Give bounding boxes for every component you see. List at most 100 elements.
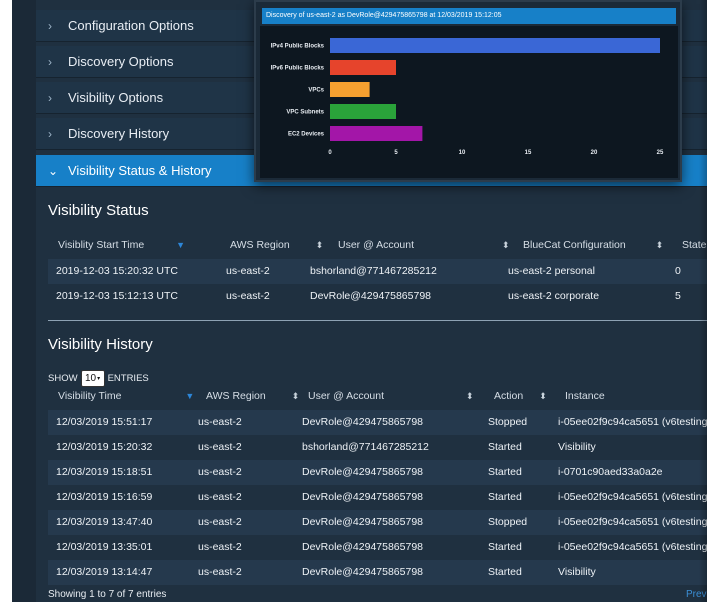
table-row[interactable]: 12/03/2019 13:14:47 us-east-2 DevRole@4294… bbox=[48, 560, 707, 585]
sort-icon: ⬍ bbox=[539, 390, 547, 401]
table-cell: DevRole@429475865798 bbox=[302, 466, 424, 478]
table-cell: 12/03/2019 13:35:01 bbox=[56, 541, 153, 553]
sort-icon: ⬍ bbox=[502, 239, 510, 250]
sort-icon: ⬍ bbox=[291, 390, 300, 401]
table-cell: bshorland@771467285212 bbox=[302, 441, 429, 453]
table-row[interactable]: 12/03/2019 13:47:40 us-east-2 DevRole@4294… bbox=[48, 510, 707, 535]
col-user-account[interactable]: User @ Account ⬍ bbox=[338, 239, 510, 251]
col-visibility-start-time[interactable]: Visiblity Start Time ▼ bbox=[58, 239, 185, 251]
chevron-right-icon: › bbox=[48, 90, 52, 105]
visibility-status-header: Visiblity Start Time ▼ AWS Region ⬍ User… bbox=[48, 231, 707, 259]
sort-icon: ⬍ bbox=[315, 239, 324, 250]
chevron-right-icon: › bbox=[48, 126, 52, 141]
table-cell: i-05ee02f9c94ca5651 (v6testing bbox=[558, 516, 707, 528]
table-cell: Visibility bbox=[558, 566, 596, 578]
table-info: Showing 1 to 7 of 7 entries bbox=[48, 589, 167, 600]
left-gutter bbox=[12, 0, 36, 602]
visibility-history-header: Visibility Time ▼ AWS Region ⬍ User @ Ac… bbox=[48, 382, 707, 410]
discovery-chart-popup: Discovery of us-east-2 as DevRole@429475… bbox=[254, 0, 682, 182]
table-cell: 12/03/2019 13:47:40 bbox=[56, 516, 153, 528]
table-cell: 12/03/2019 15:16:59 bbox=[56, 491, 153, 503]
table-cell: Started bbox=[488, 491, 522, 503]
table-cell: us-east-2 bbox=[198, 516, 242, 528]
x-tick-label: 5 bbox=[394, 150, 398, 156]
visibility-history-title: Visibility History bbox=[48, 336, 153, 353]
visibility-status-title: Visibility Status bbox=[48, 202, 149, 219]
col-visibility-time[interactable]: Visibility Time ▼ bbox=[58, 390, 194, 402]
category-label: EC2 Devices bbox=[288, 132, 325, 138]
discovery-bar-chart: IPv4 Public Blocks IPv6 Public Blocks VPCs… bbox=[271, 38, 664, 156]
chart-area: IPv4 Public Blocks IPv6 Public Blocks VPCs… bbox=[260, 26, 678, 178]
sort-desc-icon: ▼ bbox=[185, 391, 195, 401]
table-cell: Started bbox=[488, 566, 522, 578]
category-label: IPv6 Public Blocks bbox=[271, 66, 325, 72]
sort-icon: ⬍ bbox=[655, 239, 664, 250]
table-row[interactable]: 2019-12-03 15:20:32 UTC us-east-2 bshorl… bbox=[48, 259, 707, 284]
table-cell: us-east-2 bbox=[198, 541, 242, 553]
bar bbox=[330, 126, 423, 141]
table-cell: us-east-2 bbox=[198, 491, 242, 503]
x-tick-label: 20 bbox=[591, 150, 598, 156]
category-label: VPC Subnets bbox=[286, 110, 324, 116]
table-cell: i-0701c90aed33a0a2e bbox=[558, 466, 663, 478]
table-row[interactable]: 2019-12-03 15:12:13 UTC us-east-2 DevRol… bbox=[48, 284, 707, 309]
table-cell: us-east-2 bbox=[198, 441, 242, 453]
col-aws-region[interactable]: AWS Region ⬍ bbox=[206, 390, 299, 402]
table-cell: DevRole@429475865798 bbox=[302, 516, 424, 528]
table-row[interactable]: 12/03/2019 15:16:59 us-east-2 DevRole@4294… bbox=[48, 485, 707, 510]
table-cell: DevRole@429475865798 bbox=[302, 566, 424, 578]
table-cell: us-east-2 bbox=[198, 466, 242, 478]
sort-icon: ⬍ bbox=[466, 390, 474, 401]
table-cell: DevRole@429475865798 bbox=[302, 541, 424, 553]
bar bbox=[330, 60, 396, 75]
table-cell: i-05ee02f9c94ca5651 (v6testing bbox=[558, 416, 707, 428]
table-cell: 12/03/2019 13:14:47 bbox=[56, 566, 153, 578]
accordion-label: Configuration Options bbox=[68, 18, 194, 33]
col-instance[interactable]: Instance bbox=[565, 390, 605, 402]
table-cell: Visibility bbox=[558, 441, 596, 453]
col-bluecat-configuration[interactable]: BlueCat Configuration ⬍ bbox=[523, 239, 663, 251]
col-action[interactable]: Action ⬍ bbox=[494, 390, 547, 402]
table-row[interactable]: 12/03/2019 15:18:51 us-east-2 DevRole@4294… bbox=[48, 460, 707, 485]
accordion-label: Discovery Options bbox=[68, 54, 174, 69]
accordion-label: Visibility Options bbox=[68, 90, 164, 105]
table-cell: Stopped bbox=[488, 416, 528, 428]
table-cell: 12/03/2019 15:18:51 bbox=[56, 466, 153, 478]
bar bbox=[330, 38, 660, 53]
accordion-label: Visibility Status & History bbox=[68, 163, 212, 178]
popup-title: Discovery of us-east-2 as DevRole@429475… bbox=[262, 8, 676, 24]
table-row[interactable]: 12/03/2019 13:35:01 us-east-2 DevRole@4294… bbox=[48, 535, 707, 560]
right-edge-shadow bbox=[699, 0, 707, 602]
table-cell: Stopped bbox=[488, 516, 528, 528]
table-cell: i-05ee02f9c94ca5651 (v6testing bbox=[558, 491, 707, 503]
table-cell: Started bbox=[488, 441, 522, 453]
table-cell: 12/03/2019 15:20:32 bbox=[56, 441, 153, 453]
category-label: VPCs bbox=[308, 88, 324, 94]
table-row[interactable]: 12/03/2019 15:51:17 us-east-2 DevRole@4294… bbox=[48, 410, 707, 435]
table-cell: Started bbox=[488, 466, 522, 478]
x-tick-label: 10 bbox=[459, 150, 466, 156]
sort-desc-icon: ▼ bbox=[176, 240, 186, 250]
x-tick-label: 0 bbox=[328, 150, 332, 156]
table-cell: 12/03/2019 15:51:17 bbox=[56, 416, 153, 428]
chevron-down-icon: ⌄ bbox=[48, 163, 59, 178]
x-tick-label: 15 bbox=[525, 150, 532, 156]
col-aws-region[interactable]: AWS Region ⬍ bbox=[230, 239, 323, 251]
table-cell: DevRole@429475865798 bbox=[302, 416, 424, 428]
table-cell: Started bbox=[488, 541, 522, 553]
chevron-right-icon: › bbox=[48, 18, 52, 33]
table-cell: i-05ee02f9c94ca5651 (v6testing bbox=[558, 541, 707, 553]
bar bbox=[330, 82, 370, 97]
table-cell: us-east-2 bbox=[198, 566, 242, 578]
col-user-account[interactable]: User @ Account ⬍ bbox=[308, 390, 474, 402]
bar bbox=[330, 104, 396, 119]
table-row[interactable]: 12/03/2019 15:20:32 us-east-2 bshorland@77… bbox=[48, 435, 707, 460]
table-cell: us-east-2 bbox=[198, 416, 242, 428]
x-tick-label: 25 bbox=[657, 150, 664, 156]
table-cell: DevRole@429475865798 bbox=[302, 491, 424, 503]
section-divider bbox=[48, 320, 707, 321]
accordion-label: Discovery History bbox=[68, 126, 170, 141]
chevron-right-icon: › bbox=[48, 54, 52, 69]
category-label: IPv4 Public Blocks bbox=[271, 44, 325, 50]
chevron-down-icon: ▾ bbox=[97, 376, 101, 382]
